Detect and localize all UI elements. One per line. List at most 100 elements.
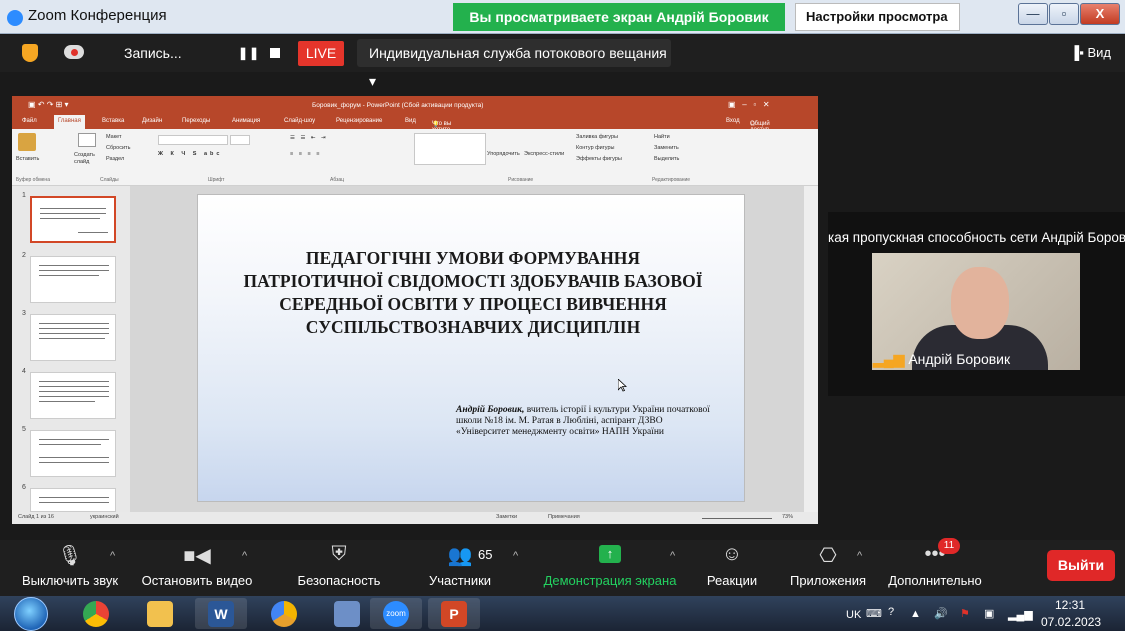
shape-effects-button[interactable]: Эффекты фигуры bbox=[576, 156, 622, 162]
slide-thumbnail[interactable] bbox=[30, 256, 116, 303]
share-screen-button[interactable]: ↑ Демонстрация экрана bbox=[535, 540, 685, 596]
taskbar-explorer[interactable] bbox=[134, 598, 186, 629]
taskbar-powerpoint[interactable]: P bbox=[428, 598, 480, 629]
ppt-tab-slideshow[interactable]: Слайд-шоу bbox=[284, 118, 315, 124]
new-slide-label[interactable]: Создать слайд bbox=[74, 152, 104, 166]
paragraph-buttons[interactable]: ☰ ☰ ⇤ ⇥ bbox=[290, 135, 328, 141]
slide-thumbnail[interactable] bbox=[30, 430, 116, 477]
zoom-top-bar: Запись... ❚❚ LIVE Индивидуальная служба … bbox=[0, 35, 1125, 89]
group-editing: Редактирование bbox=[652, 177, 691, 183]
find-button[interactable]: Найти bbox=[654, 134, 670, 140]
font-size-box[interactable] bbox=[230, 135, 250, 145]
powerpoint-icon: P bbox=[441, 601, 467, 627]
ppt-tab-view[interactable]: Вид bbox=[405, 118, 416, 124]
align-buttons[interactable]: ≡ ≡ ≡ ≡ bbox=[290, 151, 321, 157]
start-button-icon[interactable] bbox=[14, 597, 48, 631]
stream-service-dropdown[interactable]: Индивидуальная служба потокового вещания… bbox=[357, 39, 671, 89]
power-icon[interactable]: ▣ bbox=[984, 607, 994, 620]
section-button[interactable]: Раздел bbox=[106, 156, 124, 162]
slide-author-text[interactable]: Андрій Боровик, вчитель історії і культу… bbox=[456, 405, 711, 438]
slide-thumbnails-pane[interactable]: 1 2 3 4 5 6 bbox=[12, 186, 130, 512]
close-button[interactable]: X bbox=[1080, 3, 1120, 25]
notes-button[interactable]: Заметки bbox=[496, 514, 517, 520]
arrange-button[interactable]: Упорядочить bbox=[487, 151, 520, 157]
stop-recording-button[interactable] bbox=[270, 48, 280, 58]
slide-vertical-scrollbar[interactable] bbox=[804, 186, 818, 512]
ppt-ribbon: Вставить Создать слайд Макет Сбросить Ра… bbox=[12, 129, 818, 186]
network-icon[interactable]: ▂▄▆ bbox=[1008, 608, 1033, 621]
clock-date[interactable]: 07.02.2023 bbox=[1041, 615, 1101, 629]
tool-icon bbox=[334, 601, 360, 627]
stop-video-button[interactable]: ■◀ Остановить видео bbox=[138, 540, 256, 596]
pause-recording-button[interactable]: ❚❚ bbox=[238, 46, 260, 60]
recording-label: Запись... bbox=[124, 45, 182, 61]
view-button[interactable]: ▐▪ Вид bbox=[1070, 45, 1111, 60]
shapes-gallery[interactable] bbox=[414, 133, 486, 165]
reactions-button[interactable]: ☺ Реакции bbox=[700, 540, 764, 596]
font-format-buttons[interactable]: Ж К Ч S abc bbox=[158, 151, 222, 157]
layout-button[interactable]: Макет bbox=[106, 134, 122, 140]
ppt-tab-review[interactable]: Рецензирование bbox=[336, 118, 382, 124]
window-title: Zoom Конференция bbox=[28, 7, 167, 24]
keyboard-icon[interactable]: ⌨ bbox=[866, 607, 882, 620]
chrome-canary-icon bbox=[271, 601, 297, 627]
security-shield-icon[interactable] bbox=[22, 44, 38, 62]
quick-styles-button[interactable]: Экспресс-стили bbox=[524, 151, 564, 157]
ppt-tab-file[interactable]: Файл bbox=[22, 118, 37, 124]
audio-options-chevron-icon[interactable]: ^ bbox=[110, 550, 115, 562]
slide-title[interactable]: ПЕДАГОГІЧНІ УМОВИ ФОРМУВАННЯ ПАТРІОТИЧНО… bbox=[238, 247, 708, 339]
shape-fill-button[interactable]: Заливка фигуры bbox=[576, 134, 618, 140]
font-family-box[interactable] bbox=[158, 135, 228, 145]
live-badge[interactable]: LIVE bbox=[298, 41, 344, 66]
shape-outline-button[interactable]: Контур фигуры bbox=[576, 145, 614, 151]
more-button[interactable]: ••• Дополнительно bbox=[882, 540, 988, 596]
video-options-chevron-icon[interactable]: ^ bbox=[242, 550, 247, 562]
select-button[interactable]: Выделить bbox=[654, 156, 679, 162]
tray-expand-icon[interactable]: ▲ bbox=[910, 608, 921, 620]
slide-thumbnail[interactable] bbox=[30, 372, 116, 419]
action-center-flag-icon[interactable]: ⚑ bbox=[960, 607, 970, 620]
ppt-tab-transitions[interactable]: Переходы bbox=[182, 118, 210, 124]
tray-help-icon[interactable]: ? bbox=[888, 606, 894, 618]
view-icon: ▐▪ bbox=[1070, 45, 1088, 60]
taskbar-chrome[interactable] bbox=[70, 598, 122, 629]
taskbar-chrome-canary[interactable] bbox=[258, 598, 310, 629]
shield-icon: ⛨ bbox=[331, 543, 347, 565]
paste-icon[interactable] bbox=[18, 133, 36, 151]
slide-thumbnail[interactable] bbox=[30, 314, 116, 361]
minimize-button[interactable]: — bbox=[1018, 3, 1048, 25]
view-settings-dropdown[interactable]: Настройки просмотра ⌄ bbox=[795, 3, 960, 50]
participants-button[interactable]: 👥 65 Участники bbox=[418, 540, 502, 596]
share-screen-icon: ↑ bbox=[599, 545, 621, 563]
ppt-tab-animation[interactable]: Анимация bbox=[232, 118, 260, 124]
apps-button[interactable]: ⎔ Приложения bbox=[780, 540, 876, 596]
reset-button[interactable]: Сбросить bbox=[106, 145, 130, 151]
new-slide-icon[interactable] bbox=[78, 133, 96, 147]
ppt-signin[interactable]: Вход bbox=[726, 118, 740, 124]
security-label: Безопасность bbox=[297, 573, 381, 588]
ppt-tab-insert[interactable]: Вставка bbox=[102, 118, 124, 124]
apps-chevron-icon[interactable]: ^ bbox=[857, 550, 862, 562]
comments-button[interactable]: Примечания bbox=[548, 514, 580, 520]
maximize-button[interactable]: ▫ bbox=[1049, 3, 1079, 25]
mute-button[interactable]: 🎙 Выключить звук bbox=[15, 540, 125, 596]
volume-icon[interactable]: 🔊 bbox=[934, 607, 948, 620]
taskbar-zoom[interactable]: zoom bbox=[370, 598, 422, 629]
language-indicator-tray[interactable]: UK bbox=[846, 609, 861, 621]
current-slide[interactable]: ПЕДАГОГІЧНІ УМОВИ ФОРМУВАННЯ ПАТРІОТИЧНО… bbox=[197, 194, 745, 502]
zoom-slider[interactable] bbox=[702, 518, 772, 519]
taskbar-tool[interactable] bbox=[321, 598, 373, 629]
leave-meeting-button[interactable]: Выйти bbox=[1047, 550, 1115, 581]
ppt-tab-home[interactable]: Главная bbox=[54, 115, 85, 129]
clock-time[interactable]: 12:31 bbox=[1055, 598, 1085, 612]
share-options-chevron-icon[interactable]: ^ bbox=[670, 550, 675, 562]
ppt-status-bar: Слайд 1 из 16 украинский Заметки Примеча… bbox=[12, 512, 818, 524]
slide-thumbnail[interactable] bbox=[30, 488, 116, 512]
ppt-tab-design[interactable]: Дизайн bbox=[142, 118, 162, 124]
paste-label[interactable]: Вставить bbox=[16, 156, 39, 162]
security-button[interactable]: ⛨ Безопасность bbox=[290, 540, 388, 596]
slide-thumbnail[interactable] bbox=[30, 196, 116, 243]
participants-chevron-icon[interactable]: ^ bbox=[513, 550, 518, 562]
replace-button[interactable]: Заменить bbox=[654, 145, 679, 151]
taskbar-word[interactable]: W bbox=[195, 598, 247, 629]
